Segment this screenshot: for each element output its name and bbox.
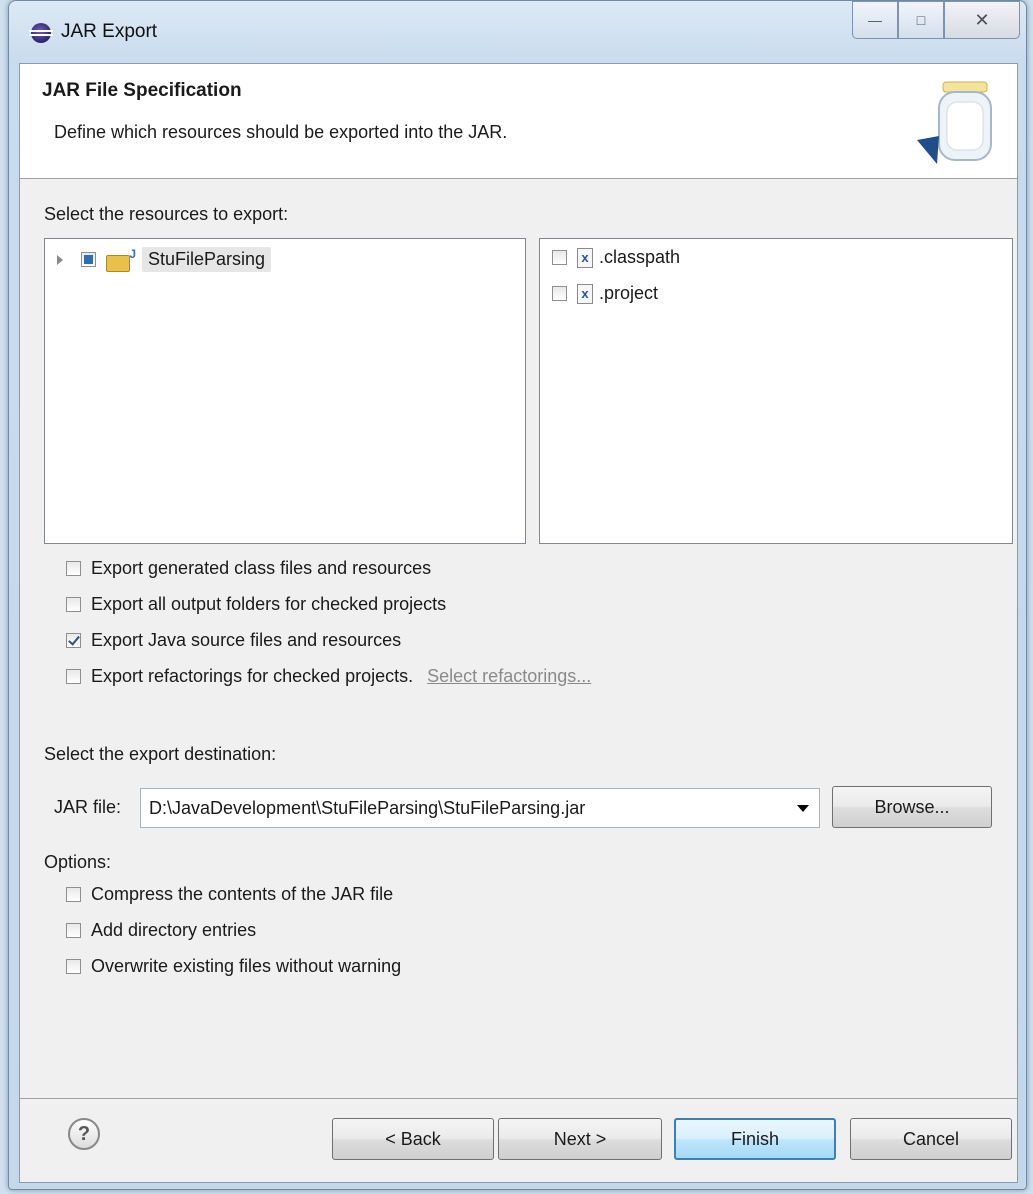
export-class-files-checkbox[interactable] (66, 561, 81, 576)
export-refactorings-checkbox[interactable] (66, 669, 81, 684)
options-label: Options: (44, 852, 112, 872)
wizard-header: JAR File Specification Define which reso… (20, 64, 1017, 179)
dialog-content: JAR File Specification Define which reso… (19, 63, 1018, 1183)
help-icon[interactable]: ? (68, 1118, 100, 1150)
option-export-java-source[interactable]: Export Java source files and resources (66, 630, 401, 651)
resources-label: Select the resources to export: (44, 204, 289, 224)
option-label: Export generated class files and resourc… (91, 558, 432, 578)
page-description: Define which resources should be exporte… (54, 122, 508, 142)
classpath-checkbox[interactable] (552, 250, 567, 265)
jar-export-window: JAR Export — □ ✕ JAR File Specification … (8, 0, 1027, 1190)
option-label: Add directory entries (91, 920, 257, 940)
title-bar: JAR Export — □ ✕ (9, 1, 1026, 63)
tree-item-stufileparsing[interactable]: J StuFileParsing (57, 247, 272, 272)
export-java-source-checkbox[interactable] (66, 633, 81, 648)
jar-file-path: D:\JavaDevelopment\StuFileParsing\StuFil… (149, 798, 586, 818)
file-label: .classpath (599, 247, 681, 267)
option-label: Overwrite existing files without warning (91, 956, 402, 976)
xml-file-icon: x (577, 283, 593, 304)
option-overwrite[interactable]: Overwrite existing files without warning (66, 956, 401, 977)
eclipse-icon (29, 23, 53, 43)
file-item-classpath[interactable]: x .classpath (552, 247, 680, 268)
caption-buttons: — □ ✕ (852, 1, 1020, 39)
cancel-button[interactable]: Cancel (850, 1118, 1012, 1160)
resource-tree[interactable]: J StuFileParsing (44, 238, 526, 544)
close-icon: ✕ (974, 9, 990, 30)
footer-separator (20, 1098, 1017, 1099)
page-title: JAR File Specification (42, 80, 242, 101)
compress-checkbox[interactable] (66, 887, 81, 902)
expand-arrow-icon[interactable] (57, 254, 63, 265)
finish-button[interactable]: Finish (674, 1118, 836, 1160)
option-export-class-files[interactable]: Export generated class files and resourc… (66, 558, 431, 579)
jar-icon (917, 81, 992, 164)
select-refactorings-link[interactable]: Select refactorings... (427, 666, 591, 687)
minimize-button[interactable]: — (852, 1, 898, 39)
jar-file-combo[interactable]: D:\JavaDevelopment\StuFileParsing\StuFil… (140, 788, 820, 828)
option-export-output-folders[interactable]: Export all output folders for checked pr… (66, 594, 446, 615)
xml-file-icon: x (577, 247, 593, 268)
option-label: Compress the contents of the JAR file (91, 884, 394, 904)
directory-entries-checkbox[interactable] (66, 923, 81, 938)
jar-file-label: JAR file: (54, 797, 122, 817)
file-item-project[interactable]: x .project (552, 283, 658, 304)
option-label: Export all output folders for checked pr… (91, 594, 447, 614)
minimize-icon: — (868, 12, 882, 28)
overwrite-checkbox[interactable] (66, 959, 81, 974)
option-directory-entries[interactable]: Add directory entries (66, 920, 256, 941)
file-label: .project (599, 283, 659, 303)
maximize-button[interactable]: □ (898, 1, 944, 39)
project-file-checkbox[interactable] (552, 286, 567, 301)
back-button[interactable]: < Back (332, 1118, 494, 1160)
window-title: JAR Export (61, 21, 158, 42)
option-label: Export Java source files and resources (91, 630, 402, 650)
next-button[interactable]: Next > (498, 1118, 662, 1160)
project-checkbox[interactable] (81, 252, 96, 267)
browse-button[interactable]: Browse... (832, 786, 992, 828)
resource-file-list[interactable]: x .classpath x .project (539, 238, 1013, 544)
option-compress[interactable]: Compress the contents of the JAR file (66, 884, 393, 905)
export-output-folders-checkbox[interactable] (66, 597, 81, 612)
maximize-icon: □ (916, 12, 926, 28)
destination-label: Select the export destination: (44, 744, 277, 764)
option-export-refactorings[interactable]: Export refactorings for checked projects… (66, 666, 591, 687)
dropdown-arrow-icon[interactable] (797, 805, 809, 812)
tree-item-label: StuFileParsing (142, 247, 272, 272)
close-button[interactable]: ✕ (944, 1, 1020, 39)
java-project-icon: J (106, 247, 136, 272)
option-label: Export refactorings for checked projects… (91, 666, 414, 686)
